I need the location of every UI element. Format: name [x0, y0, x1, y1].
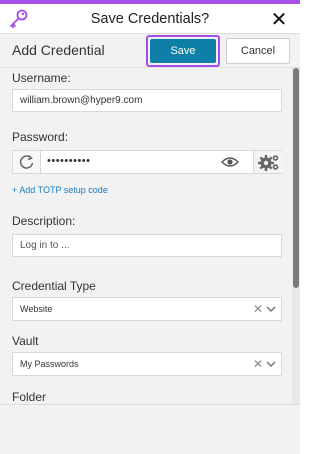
title-bar: Save Credentials? ✕ — [0, 4, 300, 34]
vault-select[interactable]: My Passwords ✕ — [12, 352, 282, 376]
eye-icon[interactable] — [221, 155, 239, 169]
password-label: Password: — [12, 130, 69, 144]
form-body[interactable]: Username: william.brown@hyper9.com Passw… — [0, 68, 300, 404]
clear-icon[interactable]: ✕ — [253, 353, 263, 375]
form-heading: Add Credential — [12, 42, 105, 58]
scrollbar-thumb[interactable] — [293, 68, 299, 288]
gear-icon[interactable] — [253, 151, 283, 173]
save-button-highlight: Save — [146, 35, 220, 67]
description-field[interactable]: Log in to ... — [12, 234, 282, 257]
username-label: Username: — [12, 71, 71, 85]
scrollbar[interactable] — [292, 68, 300, 404]
username-field[interactable]: william.brown@hyper9.com — [12, 89, 282, 112]
cancel-button[interactable]: Cancel — [226, 38, 290, 64]
add-totp-link[interactable]: + Add TOTP setup code — [12, 185, 108, 195]
credential-type-value: Website — [20, 304, 53, 314]
footer-area — [0, 404, 300, 454]
vault-label: Vault — [12, 334, 39, 348]
dialog-title: Save Credentials? — [90, 11, 210, 27]
chevron-down-icon[interactable] — [266, 360, 276, 368]
form-header: Add Credential Save Cancel — [0, 34, 300, 68]
vault-value: My Passwords — [20, 359, 79, 369]
password-field[interactable]: •••••••••• — [47, 151, 91, 173]
folder-label: Folder — [12, 390, 47, 404]
chevron-down-icon[interactable] — [266, 305, 276, 313]
clear-icon[interactable]: ✕ — [253, 298, 263, 320]
description-label: Description: — [12, 214, 76, 228]
credential-type-select[interactable]: Website ✕ — [12, 297, 282, 321]
refresh-icon[interactable] — [13, 151, 41, 173]
credential-type-label: Credential Type — [12, 279, 96, 293]
close-icon[interactable]: ✕ — [268, 8, 290, 30]
save-button[interactable]: Save — [150, 39, 216, 63]
password-field-row: •••••••••• — [12, 150, 283, 174]
